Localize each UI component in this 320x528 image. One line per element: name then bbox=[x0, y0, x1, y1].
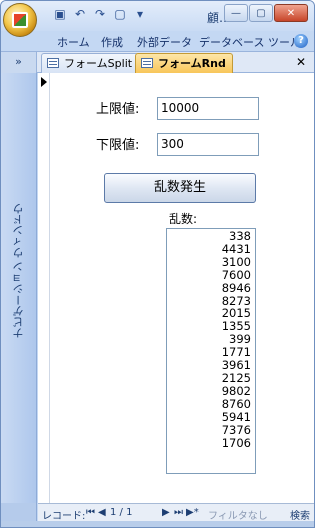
tab-create[interactable]: 作成 bbox=[101, 34, 123, 50]
doc-tab-form-split[interactable]: フォームSplit bbox=[41, 53, 140, 73]
doc-tab-form-rnd[interactable]: フォームRnd bbox=[135, 53, 233, 73]
bottom-status-bar bbox=[1, 521, 314, 527]
random-number-item[interactable]: 3100 bbox=[167, 255, 251, 269]
close-button[interactable]: ✕ bbox=[274, 4, 308, 22]
navigation-pane-label: ナビゲーション ウィンドウ bbox=[12, 203, 25, 339]
last-record-button[interactable]: ⏭ bbox=[174, 507, 183, 518]
random-number-item[interactable]: 338 bbox=[167, 230, 251, 243]
access-window: ▣ ↶ ↷ ▢ ▾ 顧… — ▢ ✕ ホーム 作成 外部データ データベース ツ… bbox=[0, 0, 315, 528]
filter-status[interactable]: フィルタなし bbox=[208, 507, 268, 522]
new-record-button[interactable]: ▶* bbox=[186, 507, 199, 518]
record-position[interactable]: 1 / 1 bbox=[110, 507, 132, 518]
close-document-icon[interactable]: ✕ bbox=[296, 55, 306, 69]
title-bar: ▣ ↶ ↷ ▢ ▾ 顧… — ▢ ✕ bbox=[1, 1, 314, 31]
random-number-item[interactable]: 7376 bbox=[167, 423, 251, 437]
upper-limit-label: 上限値: bbox=[96, 102, 140, 117]
redo-icon[interactable]: ↷ bbox=[93, 7, 107, 21]
tab-home[interactable]: ホーム bbox=[57, 34, 90, 50]
save-icon[interactable]: ▣ bbox=[53, 7, 67, 21]
dropdown-icon[interactable]: ▾ bbox=[133, 7, 147, 21]
random-number-item[interactable]: 8946 bbox=[167, 281, 251, 295]
form-icon bbox=[47, 58, 59, 68]
current-record-arrow-icon bbox=[41, 77, 47, 87]
tab-external-data[interactable]: 外部データ bbox=[137, 34, 192, 50]
record-label: レコード: bbox=[42, 511, 86, 522]
upper-limit-input[interactable]: 10000 bbox=[157, 97, 259, 120]
doc-tab-label: フォームRnd bbox=[158, 57, 226, 70]
lower-limit-label: 下限値: bbox=[96, 138, 140, 153]
lower-limit-input[interactable]: 300 bbox=[157, 133, 259, 156]
help-icon[interactable]: ? bbox=[294, 34, 308, 48]
nav-pane-toggle-button[interactable]: » bbox=[1, 52, 37, 73]
record-selector[interactable] bbox=[38, 73, 50, 503]
nav-pane-bottom bbox=[1, 503, 37, 521]
random-list-label: 乱数: bbox=[169, 212, 198, 226]
random-number-item[interactable]: 9802 bbox=[167, 384, 251, 398]
office-logo-icon bbox=[12, 12, 28, 28]
record-navigation-bar: レコード: ⏮ ◀ 1 / 1 ▶ ⏭ ▶* フィルタなし 検索 bbox=[38, 503, 314, 522]
maximize-button[interactable]: ▢ bbox=[249, 4, 273, 22]
next-record-button[interactable]: ▶ bbox=[162, 507, 170, 518]
new-icon[interactable]: ▢ bbox=[113, 7, 127, 21]
previous-record-button[interactable]: ◀ bbox=[98, 507, 106, 518]
search-field[interactable]: 検索 bbox=[290, 507, 310, 522]
first-record-button[interactable]: ⏮ bbox=[86, 507, 95, 518]
undo-icon[interactable]: ↶ bbox=[73, 7, 87, 21]
random-number-item[interactable]: 5941 bbox=[167, 410, 251, 424]
quick-access-toolbar: ▣ ↶ ↷ ▢ ▾ bbox=[53, 7, 147, 21]
random-number-item[interactable]: 2125 bbox=[167, 372, 251, 385]
doc-tab-label: フォームSplit bbox=[64, 57, 133, 70]
document-tab-strip: » フォームSplit フォームRnd ✕ bbox=[1, 51, 314, 73]
random-number-item[interactable]: 4431 bbox=[167, 243, 251, 256]
random-number-item[interactable]: 8760 bbox=[167, 397, 251, 411]
minimize-button[interactable]: — bbox=[224, 4, 248, 22]
ribbon-tabs: ホーム 作成 外部データ データベース ツール ? bbox=[1, 31, 314, 51]
random-number-list[interactable]: 338 4431 3100 7600 8946 8273 2015 1355 399 1771 39… bbox=[166, 228, 256, 474]
generate-random-button[interactable]: 乱数発生 bbox=[104, 173, 256, 203]
tab-database-tools[interactable]: データベース ツール bbox=[199, 34, 301, 50]
office-button[interactable] bbox=[3, 3, 37, 37]
random-number-item[interactable]: 1706 bbox=[167, 436, 251, 450]
form-icon bbox=[141, 58, 153, 68]
form-area: 上限値: 10000 下限値: 300 乱数発生 乱数: 338 4431 3100… bbox=[38, 73, 314, 503]
navigation-pane[interactable]: ナビゲーション ウィンドウ bbox=[1, 73, 37, 503]
random-number-item[interactable]: 7600 bbox=[167, 268, 251, 282]
window-controls: — ▢ ✕ bbox=[224, 4, 308, 22]
